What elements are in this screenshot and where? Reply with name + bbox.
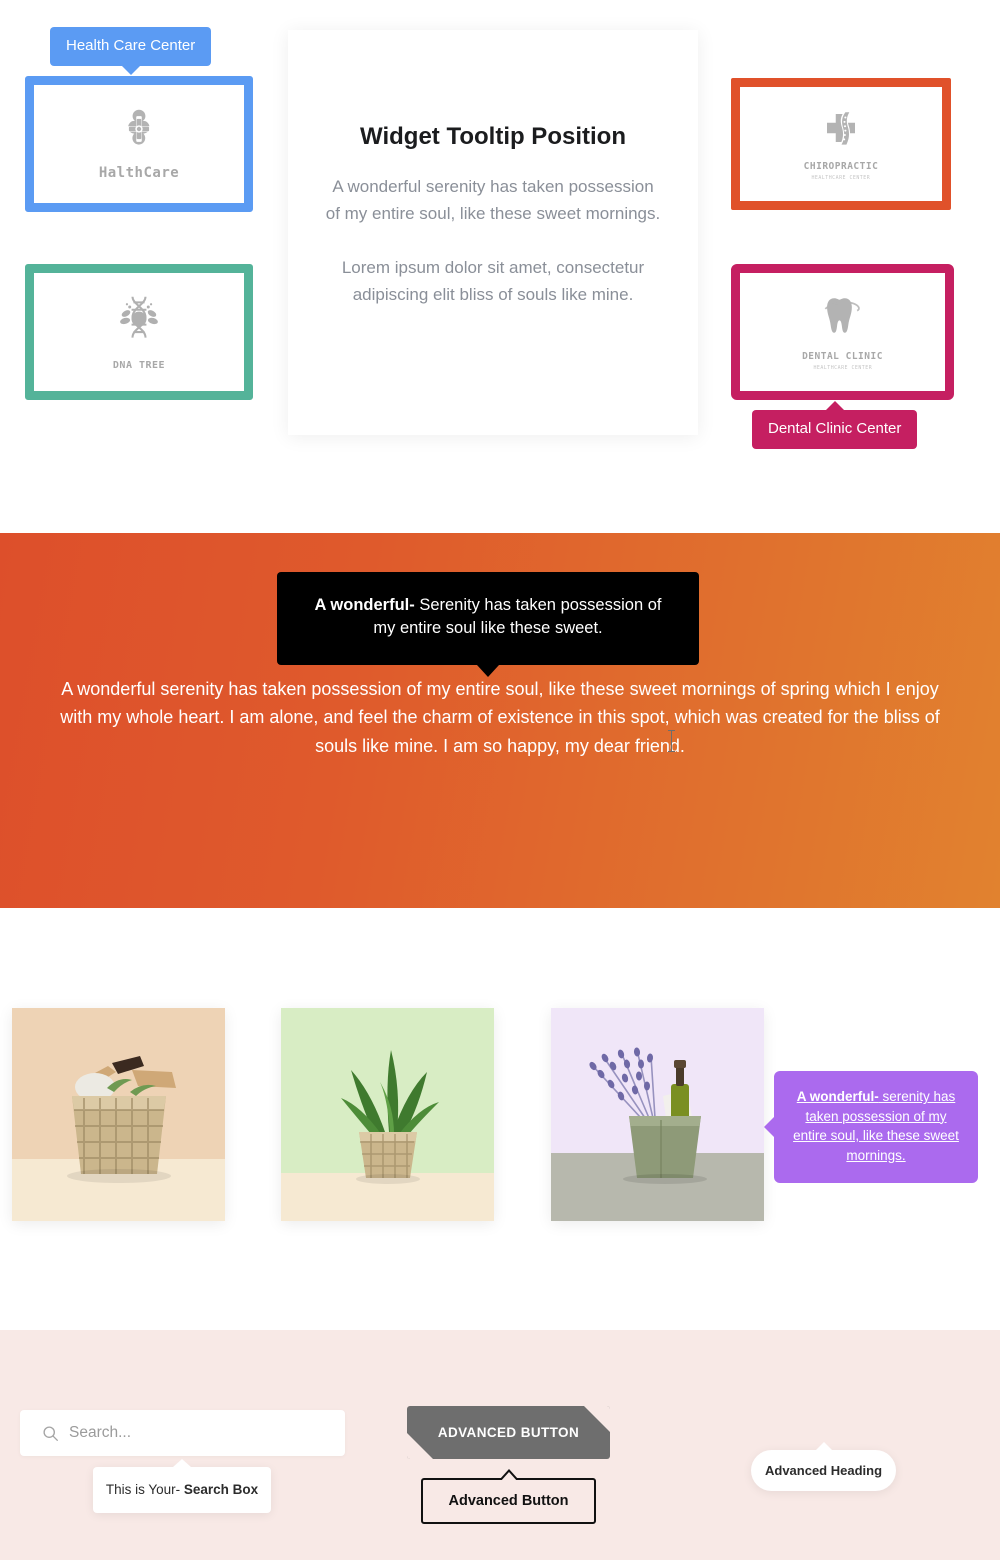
logo-sub-dental-clinic: HEALTHCARE CENTER: [813, 364, 872, 371]
image-card-lavender-bucket[interactable]: [551, 1008, 764, 1221]
tooltip-search-strong: Search Box: [183, 1482, 259, 1497]
logo-tooltip-section: Health Care Center HalthCare DNA TREE CH…: [0, 0, 1000, 533]
tooltip-search-lead: This is Your-: [105, 1482, 184, 1497]
search-input[interactable]: Search...: [20, 1410, 345, 1456]
advanced-button[interactable]: ADVANCED BUTTON: [407, 1406, 610, 1459]
logo-card-healthcare[interactable]: HalthCare: [25, 76, 253, 212]
tooltip-purple-strong: A wonderful-: [796, 1089, 879, 1104]
page-title: Widget Tooltip Position: [360, 123, 626, 150]
logo-card-chiropractic[interactable]: CHIROPRACTIC HEALTHCARE CENTER: [731, 78, 951, 210]
logo-word-dental-clinic: DENTAL CLINIC: [802, 350, 883, 362]
lavender-bucket-illustration: [589, 1047, 707, 1184]
image-card-aloe-plant[interactable]: [281, 1008, 494, 1221]
logo-word-dna-tree: DNA TREE: [112, 360, 166, 371]
tooltip-purple-right: A wonderful- serenity has taken possessi…: [774, 1071, 978, 1184]
spine-cross-icon: [820, 107, 862, 154]
logo-word-chiropractic: CHIROPRACTIC: [803, 160, 879, 172]
medical-cross-icon: [117, 107, 161, 156]
logo-word-healthcare: HalthCare: [98, 165, 180, 181]
tooltip-black-strong: A wonderful-: [314, 596, 415, 614]
tooltip-advanced-heading: Advanced Heading: [751, 1450, 896, 1491]
orange-body-text: A wonderful serenity has taken possessio…: [60, 679, 940, 756]
basket-toiletries-illustration: [67, 1056, 176, 1183]
logo-sub-chiropractic: HEALTHCARE CENTER: [811, 174, 871, 181]
tooltip-advanced-button: Advanced Button: [421, 1478, 596, 1524]
search-icon: [42, 1425, 59, 1442]
orange-tooltip-section: A wonderful- Serenity has taken possessi…: [0, 533, 1000, 908]
aloe-plant-illustration: [341, 1050, 439, 1184]
tooth-icon: [820, 293, 866, 344]
logo-card-dental-clinic[interactable]: DENTAL CLINIC HEALTHCARE CENTER: [731, 264, 954, 400]
tooltip-health-care-center: Health Care Center: [50, 27, 212, 66]
corner-cut-bottom-left: [407, 1433, 433, 1459]
dna-tree-icon: [113, 293, 165, 352]
card-paragraph-2: Lorem ipsum dolor sit amet, consectetur …: [341, 257, 645, 304]
widget-tooltip-position-card: Widget Tooltip Position A wonderful sere…: [288, 30, 698, 435]
page-root: Health Care Center HalthCare DNA TREE CH…: [0, 0, 1000, 1560]
card-paragraph-1: A wonderful serenity has taken possessio…: [325, 177, 661, 223]
text-cursor-icon: [668, 730, 675, 752]
tooltip-search-box: This is Your- Search Box: [93, 1467, 271, 1513]
tooltip-black-top: A wonderful- Serenity has taken possessi…: [277, 572, 699, 665]
search-placeholder: Search...: [69, 1424, 132, 1441]
tooltip-dental-clinic-center: Dental Clinic Center: [752, 410, 918, 449]
image-card-basket-toiletries[interactable]: [12, 1008, 225, 1221]
tooltip-black-rest: Serenity has taken possession of my enti…: [373, 596, 662, 638]
advanced-button-label: ADVANCED BUTTON: [437, 1425, 580, 1440]
corner-cut-top-right: [584, 1406, 610, 1432]
logo-card-dna-tree[interactable]: DNA TREE: [25, 264, 253, 400]
